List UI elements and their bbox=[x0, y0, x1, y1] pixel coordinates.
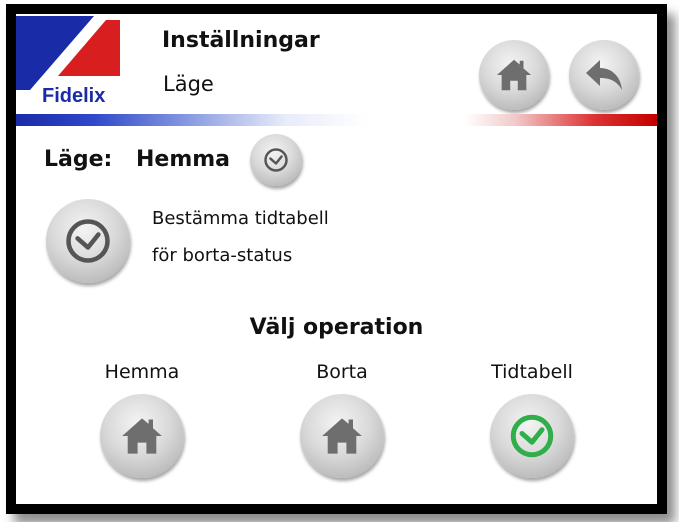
page-subtitle: Läge bbox=[163, 72, 214, 96]
home-button[interactable] bbox=[479, 40, 549, 110]
schedule-button[interactable] bbox=[46, 199, 130, 283]
back-arrow-icon bbox=[586, 60, 622, 90]
hemma-button[interactable] bbox=[100, 394, 184, 478]
schedule-text-line1: Bestämma tidtabell bbox=[152, 208, 329, 229]
fidelix-logo: Fidelix bbox=[16, 16, 130, 108]
logo-text: Fidelix bbox=[42, 85, 105, 107]
clock-icon bbox=[510, 414, 554, 458]
app-frame: Fidelix Inställningar Läge Läge: Hemma B… bbox=[6, 4, 667, 514]
schedule-text-line2: för borta-status bbox=[152, 245, 293, 266]
screen: Fidelix Inställningar Läge Läge: Hemma B… bbox=[16, 14, 657, 504]
header-divider bbox=[16, 114, 657, 126]
page-title: Inställningar bbox=[162, 28, 320, 53]
home-icon bbox=[122, 418, 162, 454]
operation-label-hemma: Hemma bbox=[104, 361, 180, 383]
home-icon bbox=[322, 418, 362, 454]
clock-icon bbox=[264, 148, 288, 172]
operation-heading: Välj operation bbox=[249, 315, 424, 340]
back-button[interactable] bbox=[569, 40, 639, 110]
home-icon bbox=[496, 59, 532, 91]
mode-label: Läge: bbox=[44, 147, 113, 172]
operation-label-tidtabell: Tidtabell bbox=[491, 361, 573, 383]
clock-icon bbox=[66, 219, 110, 263]
borta-button[interactable] bbox=[300, 394, 384, 478]
mode-clock-button[interactable] bbox=[250, 134, 302, 186]
mode-value: Hemma bbox=[136, 147, 231, 172]
tidtabell-button[interactable] bbox=[490, 394, 574, 478]
operation-label-borta: Borta bbox=[316, 361, 368, 383]
